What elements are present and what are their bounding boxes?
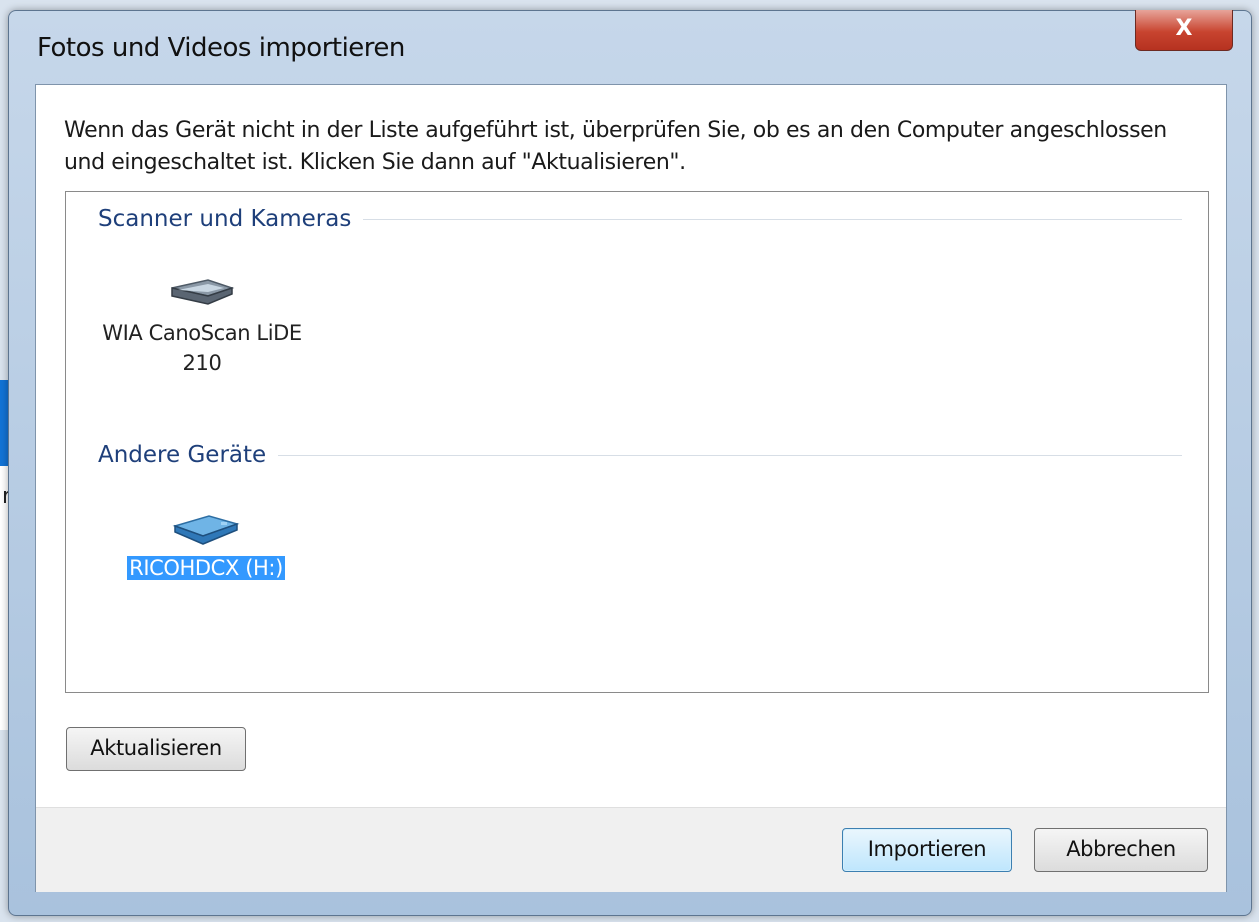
dialog-footer: Importieren Abbrechen	[36, 807, 1226, 892]
device-item-drive[interactable]: RICOHDCX (H:)	[106, 512, 306, 580]
group-header-label: Scanner und Kameras	[98, 206, 352, 232]
cancel-button[interactable]: Abbrechen	[1034, 828, 1208, 872]
group-divider	[278, 454, 1182, 456]
dialog-content: Wenn das Gerät nicht in der Liste aufgef…	[35, 84, 1227, 892]
import-dialog: Fotos und Videos importieren X Wenn das …	[8, 10, 1252, 916]
group-header-scanners: Scanner und Kameras	[98, 206, 1182, 232]
dialog-title: Fotos und Videos importieren	[37, 33, 405, 63]
refresh-button[interactable]: Aktualisieren	[66, 727, 246, 771]
device-item-scanner[interactable]: WIA CanoScan LiDE 210	[80, 278, 324, 378]
import-button[interactable]: Importieren	[842, 828, 1012, 872]
group-divider	[363, 218, 1182, 220]
device-label-selected: RICOHDCX (H:)	[127, 556, 285, 580]
group-header-other: Andere Geräte	[98, 442, 1182, 468]
scanner-icon	[171, 279, 235, 305]
close-button[interactable]: X	[1135, 10, 1233, 51]
device-list[interactable]: Scanner und Kameras WIA CanoScan LiDE 210…	[65, 191, 1209, 693]
device-label: WIA CanoScan LiDE 210	[102, 321, 302, 375]
group-header-label: Andere Geräte	[98, 442, 267, 468]
instructions-text: Wenn das Gerät nicht in der Liste aufgef…	[64, 118, 1167, 175]
removable-drive-icon	[172, 515, 240, 545]
